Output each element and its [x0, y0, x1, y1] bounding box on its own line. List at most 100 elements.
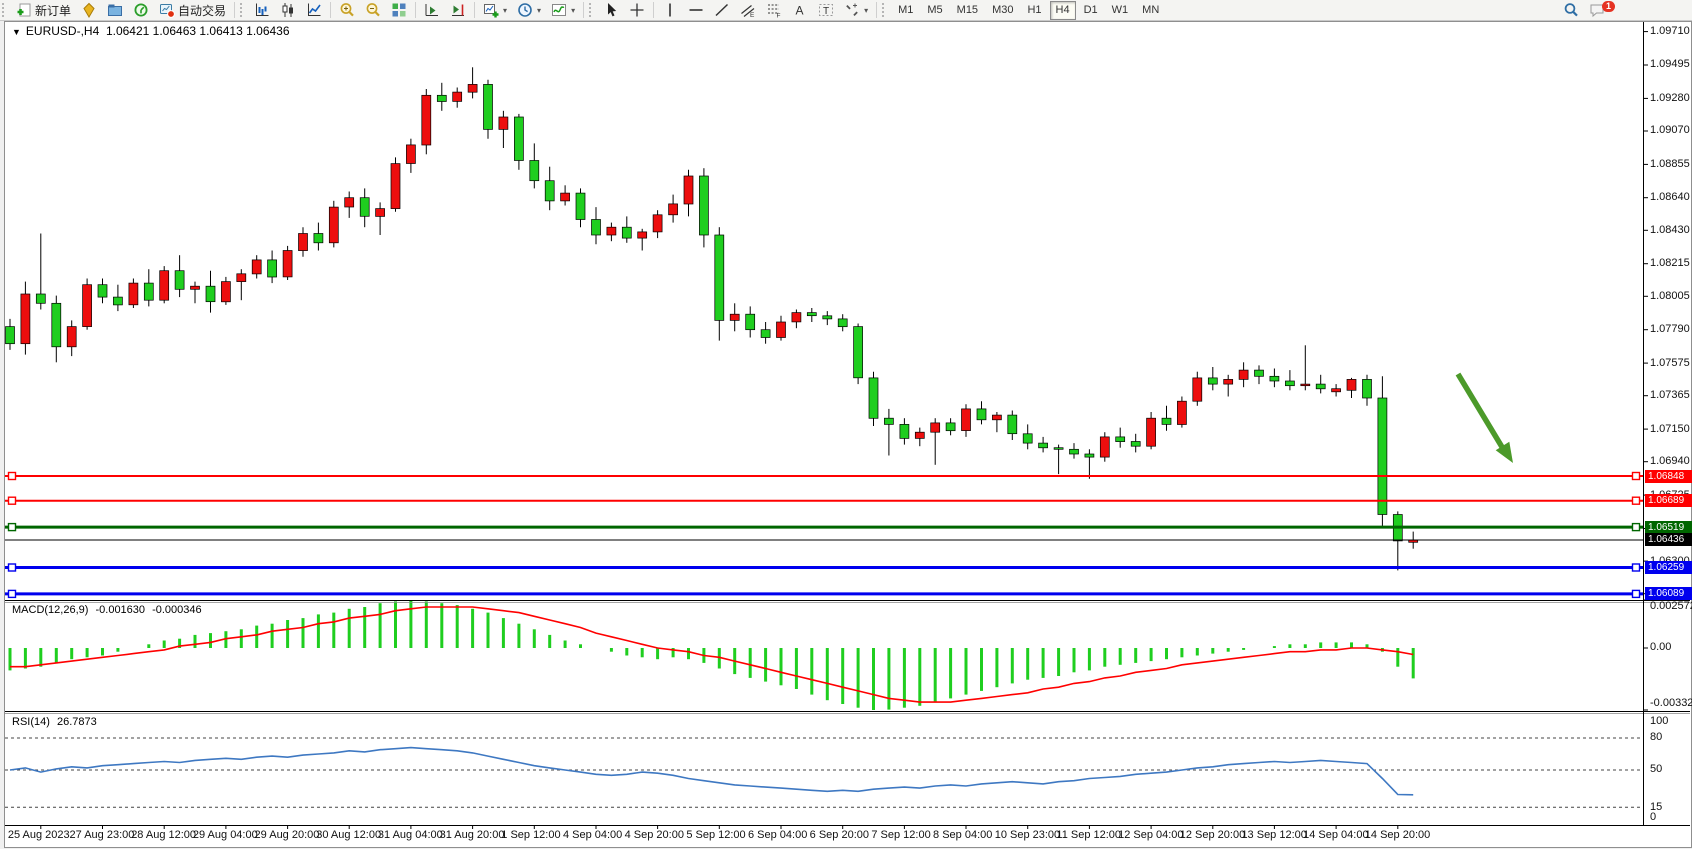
candle — [854, 324, 863, 385]
candle — [684, 170, 693, 217]
candle — [299, 227, 308, 257]
candle — [962, 404, 971, 437]
open-value: 1.06421 — [106, 24, 149, 38]
candle — [869, 372, 878, 426]
candle — [144, 269, 153, 306]
support-line-blue-2 — [5, 590, 1643, 597]
close-value: 1.06436 — [246, 24, 289, 38]
candle — [1147, 412, 1156, 449]
macd-histogram — [10, 600, 1413, 710]
candle — [191, 282, 200, 304]
candle — [437, 83, 446, 111]
candle — [1363, 375, 1372, 406]
rsi-title: RSI(14) — [12, 716, 50, 728]
candle — [653, 210, 662, 238]
chart-ohlc-title: ▼ EURUSD-,H4 1.06421 1.06463 1.06413 1.06… — [12, 24, 290, 38]
candle — [1378, 376, 1387, 527]
candle — [1239, 362, 1248, 387]
chart-canvas[interactable] — [0, 0, 1692, 849]
candle — [129, 279, 138, 309]
candle — [761, 322, 770, 344]
resistance-line-2 — [5, 497, 1643, 504]
macd-title: MACD(12,26,9) — [12, 604, 88, 616]
candle — [1332, 384, 1341, 396]
rsi-label: RSI(14) 26.7873 — [12, 716, 101, 728]
candle — [1285, 370, 1294, 390]
candle — [1131, 434, 1140, 453]
candle — [1070, 443, 1079, 459]
candle — [175, 255, 184, 297]
candle — [499, 111, 508, 148]
candle — [453, 88, 462, 108]
candle — [807, 308, 816, 322]
macd-signal-line — [10, 607, 1413, 702]
candle — [1393, 511, 1402, 570]
candle — [1193, 372, 1202, 406]
candle — [52, 296, 61, 363]
macd-signal-value: -0.000346 — [152, 604, 202, 616]
candle — [545, 167, 554, 211]
candle — [1054, 445, 1063, 475]
candle — [98, 279, 107, 304]
candle — [931, 418, 940, 465]
candle — [252, 255, 261, 278]
candle — [484, 80, 493, 139]
candle — [946, 418, 955, 435]
candle — [884, 409, 893, 456]
candle — [237, 269, 246, 300]
candlestick-series — [6, 67, 1418, 570]
candle — [113, 285, 122, 311]
candle — [730, 303, 739, 331]
candle — [530, 143, 539, 188]
candle — [977, 401, 986, 424]
symbol-period-label: EURUSD-,H4 — [26, 24, 99, 38]
candle — [67, 320, 76, 356]
candle — [1100, 432, 1109, 462]
candle — [638, 229, 647, 251]
candle — [160, 266, 169, 303]
candle — [622, 216, 631, 242]
candle — [406, 139, 415, 173]
rsi-line — [10, 748, 1413, 795]
candle — [391, 157, 400, 211]
candle — [1039, 437, 1048, 453]
candle — [592, 207, 601, 244]
candle — [1177, 397, 1186, 428]
candle — [468, 67, 477, 98]
candle — [1162, 406, 1171, 431]
macd-label: MACD(12,26,9) -0.001630 -0.000346 — [12, 604, 206, 616]
candle — [915, 428, 924, 447]
candle — [6, 319, 15, 350]
candle — [1270, 369, 1279, 388]
candle — [576, 188, 585, 227]
candle — [329, 201, 338, 248]
high-value: 1.06463 — [153, 24, 196, 38]
candle — [1224, 375, 1233, 397]
candle — [221, 277, 230, 305]
candle — [699, 168, 708, 247]
candle — [792, 310, 801, 329]
candle — [376, 202, 385, 235]
candle — [1023, 424, 1032, 449]
resistance-line-1 — [5, 473, 1643, 480]
candle — [206, 271, 215, 313]
candle — [283, 246, 292, 280]
candle — [360, 188, 369, 227]
candle — [514, 114, 523, 170]
candle — [746, 306, 755, 337]
candle — [83, 279, 92, 330]
candle — [838, 314, 847, 331]
candle — [268, 251, 277, 284]
macd-main-value: -0.001630 — [95, 604, 145, 616]
candle — [715, 227, 724, 340]
candle — [21, 282, 30, 355]
candle — [1085, 449, 1094, 479]
mt4-application: 新订单自动交易▾▾▾EFAT▾M1M5M15M30H1H4D1W1MN1 1.0… — [0, 0, 1692, 849]
candle — [561, 185, 570, 205]
candle — [1255, 365, 1264, 384]
candle — [422, 89, 431, 154]
candle — [1008, 411, 1017, 441]
candle — [992, 412, 1001, 432]
low-value: 1.06413 — [199, 24, 242, 38]
window-menu-icon[interactable]: ▼ — [12, 27, 21, 37]
